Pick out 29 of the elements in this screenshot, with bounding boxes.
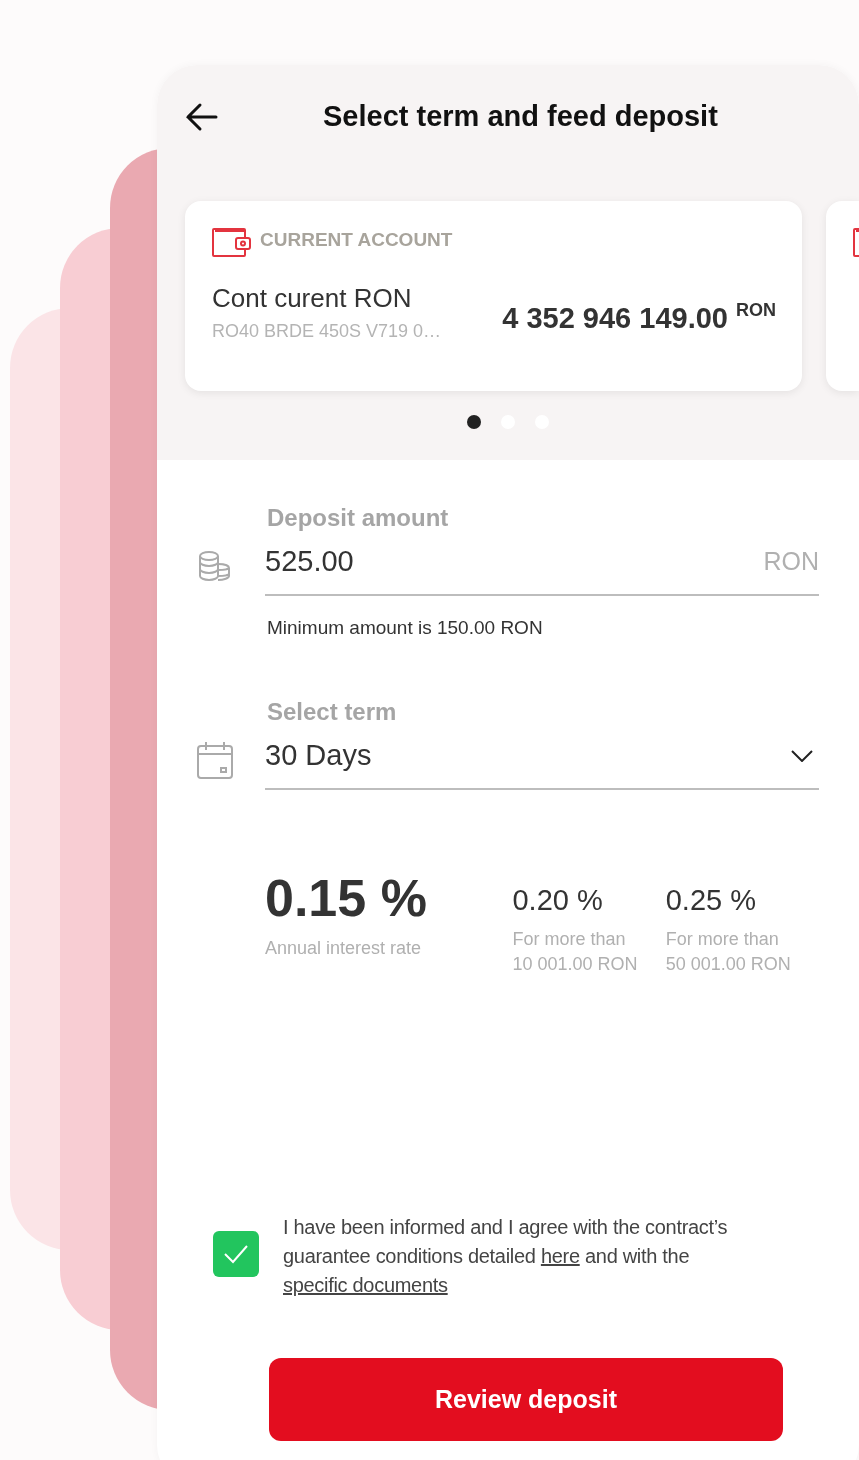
document-link[interactable]: here [540, 1245, 580, 1267]
account-balance: 4 352 946 149.00 [502, 302, 728, 334]
chevron-down-icon [791, 749, 813, 762]
page-title: Select term and feed deposit [323, 99, 718, 134]
document-link[interactable]: specific documents [283, 1274, 448, 1296]
account-card[interactable] [826, 200, 859, 391]
field-label: Deposit amount [267, 503, 450, 533]
agreement-text: I have been informed and I agree with the contract’s guarantee conditions detailed here and with the specific documents [283, 1215, 729, 1298]
interest-rate: 0.20 % [512, 885, 604, 915]
rate-caption: For more than 50 001.00 RON [665, 927, 792, 976]
interest-rate: 0.25 % [665, 885, 758, 915]
coins-icon [197, 549, 233, 582]
rate-caption: Annual interest rate [265, 936, 423, 960]
account-name: Cont curent RON [212, 281, 413, 315]
currency-label: RON [736, 300, 776, 320]
amount-field[interactable]: 525.00 RON [265, 536, 819, 596]
field-hint: Minimum amount is 150.00 RON [267, 615, 544, 640]
account-iban: RO40 BRDE 450S V719 0… [212, 319, 442, 343]
term-dropdown[interactable]: 30 Days [265, 730, 819, 790]
carousel-dot[interactable] [467, 414, 481, 429]
field-label: Select term [267, 697, 398, 727]
review-deposit-button[interactable]: Review deposit [269, 1358, 783, 1441]
agreement-checkbox[interactable] [213, 1231, 259, 1277]
calendar-icon [197, 740, 233, 779]
rate-caption: For more than 10 001.00 RON [512, 927, 639, 976]
account-card[interactable]: CURRENT ACCOUNT Cont curent RON RO40 BRDE 450S V719 0… 4 352 946 149.00 $^{RON}$ [185, 200, 802, 391]
interest-rate: 0.15 % [265, 871, 428, 924]
account-type: CURRENT ACCOUNT [260, 228, 453, 253]
checkmark-icon [223, 1244, 249, 1264]
